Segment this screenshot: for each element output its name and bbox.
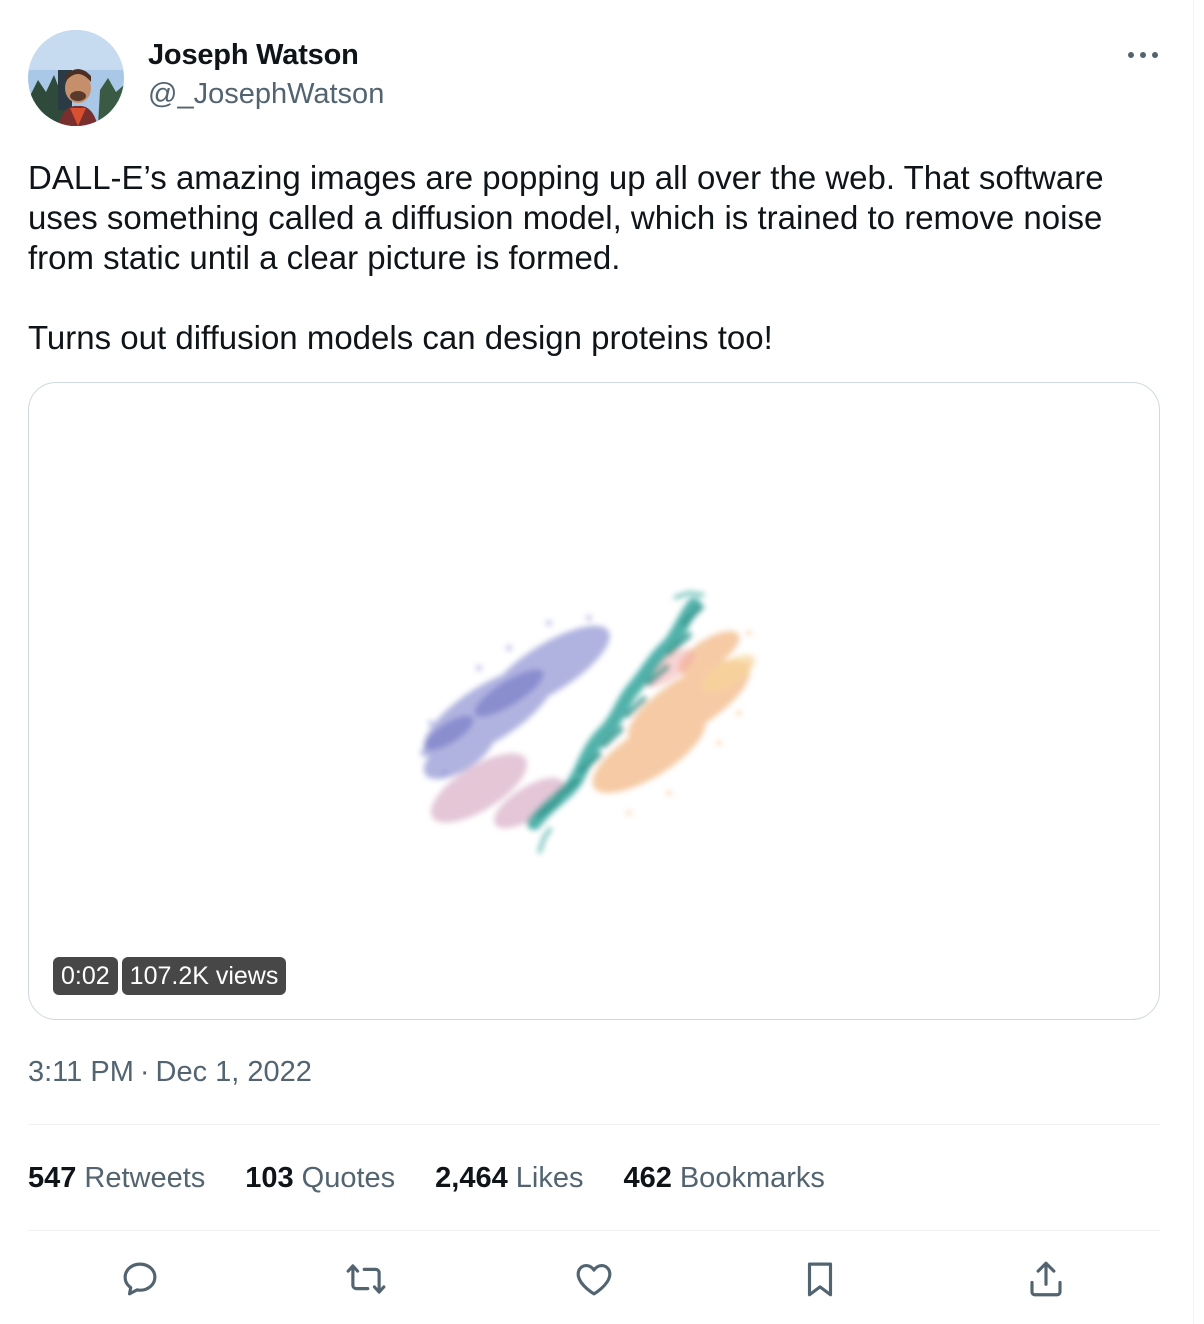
like-button[interactable]: [569, 1254, 619, 1304]
protein-structure-image: [420, 590, 756, 854]
tweet-timestamp[interactable]: 3:11 PM · Dec 1, 2022: [28, 1052, 312, 1092]
video-badges: 0:02 107.2K views: [53, 957, 287, 995]
likes-label: Likes: [515, 1162, 584, 1194]
more-horizontal-icon: [1140, 52, 1146, 58]
avatar-photo: [28, 30, 124, 126]
timestamp-separator: ·: [139, 1056, 150, 1088]
retweet-button[interactable]: [341, 1254, 391, 1304]
avatar[interactable]: [28, 30, 124, 126]
quotes-stat[interactable]: 103 Quotes: [245, 1158, 395, 1198]
display-name[interactable]: Joseph Watson: [148, 36, 384, 74]
reply-icon: [123, 1262, 157, 1296]
tweet-header: Joseph Watson @_JosephWatson: [28, 30, 1160, 126]
reply-button[interactable]: [115, 1254, 165, 1304]
tweet-time: 3:11 PM: [28, 1056, 134, 1088]
likes-stat[interactable]: 2,464 Likes: [435, 1158, 583, 1198]
heart-icon: [576, 1263, 612, 1296]
divider: [28, 1124, 1160, 1125]
more-options-button[interactable]: [1126, 44, 1160, 66]
bookmark-icon: [807, 1262, 833, 1297]
quotes-count: 103: [245, 1162, 294, 1194]
engagement-stats: 547 Retweets 103 Quotes 2,464 Likes 462 Book…: [28, 1158, 825, 1198]
video-player[interactable]: 0:02 107.2K views: [28, 382, 1160, 1020]
author-info: Joseph Watson @_JosephWatson: [148, 36, 384, 114]
tweet-text: DALL-E’s amazing images are popping up a…: [28, 158, 1168, 358]
likes-count: 2,464: [435, 1162, 508, 1194]
video-duration-badge: 0:02: [53, 957, 118, 995]
bookmarks-stat[interactable]: 462 Bookmarks: [623, 1158, 824, 1198]
quotes-label: Quotes: [301, 1162, 396, 1194]
action-bar: [28, 1254, 1160, 1304]
divider: [28, 1230, 1160, 1231]
bookmarks-count: 462: [623, 1162, 672, 1194]
more-horizontal-icon: [1128, 52, 1134, 58]
handle[interactable]: @_JosephWatson: [148, 74, 384, 114]
retweet-icon: [346, 1264, 386, 1294]
video-views-badge: 107.2K views: [121, 957, 287, 995]
tweet-date: Dec 1, 2022: [155, 1056, 312, 1088]
bookmarks-label: Bookmarks: [679, 1162, 825, 1194]
tweet-paragraph: Turns out diffusion models can design pr…: [28, 319, 773, 356]
retweets-label: Retweets: [84, 1162, 206, 1194]
share-button[interactable]: [1021, 1254, 1071, 1304]
more-horizontal-icon: [1152, 52, 1158, 58]
retweets-count: 547: [28, 1162, 77, 1194]
bookmark-button[interactable]: [795, 1254, 845, 1304]
tweet-paragraph: DALL-E’s amazing images are popping up a…: [28, 159, 1104, 276]
share-icon: [1030, 1261, 1062, 1297]
right-border: [1193, 0, 1194, 1324]
retweets-stat[interactable]: 547 Retweets: [28, 1158, 205, 1198]
